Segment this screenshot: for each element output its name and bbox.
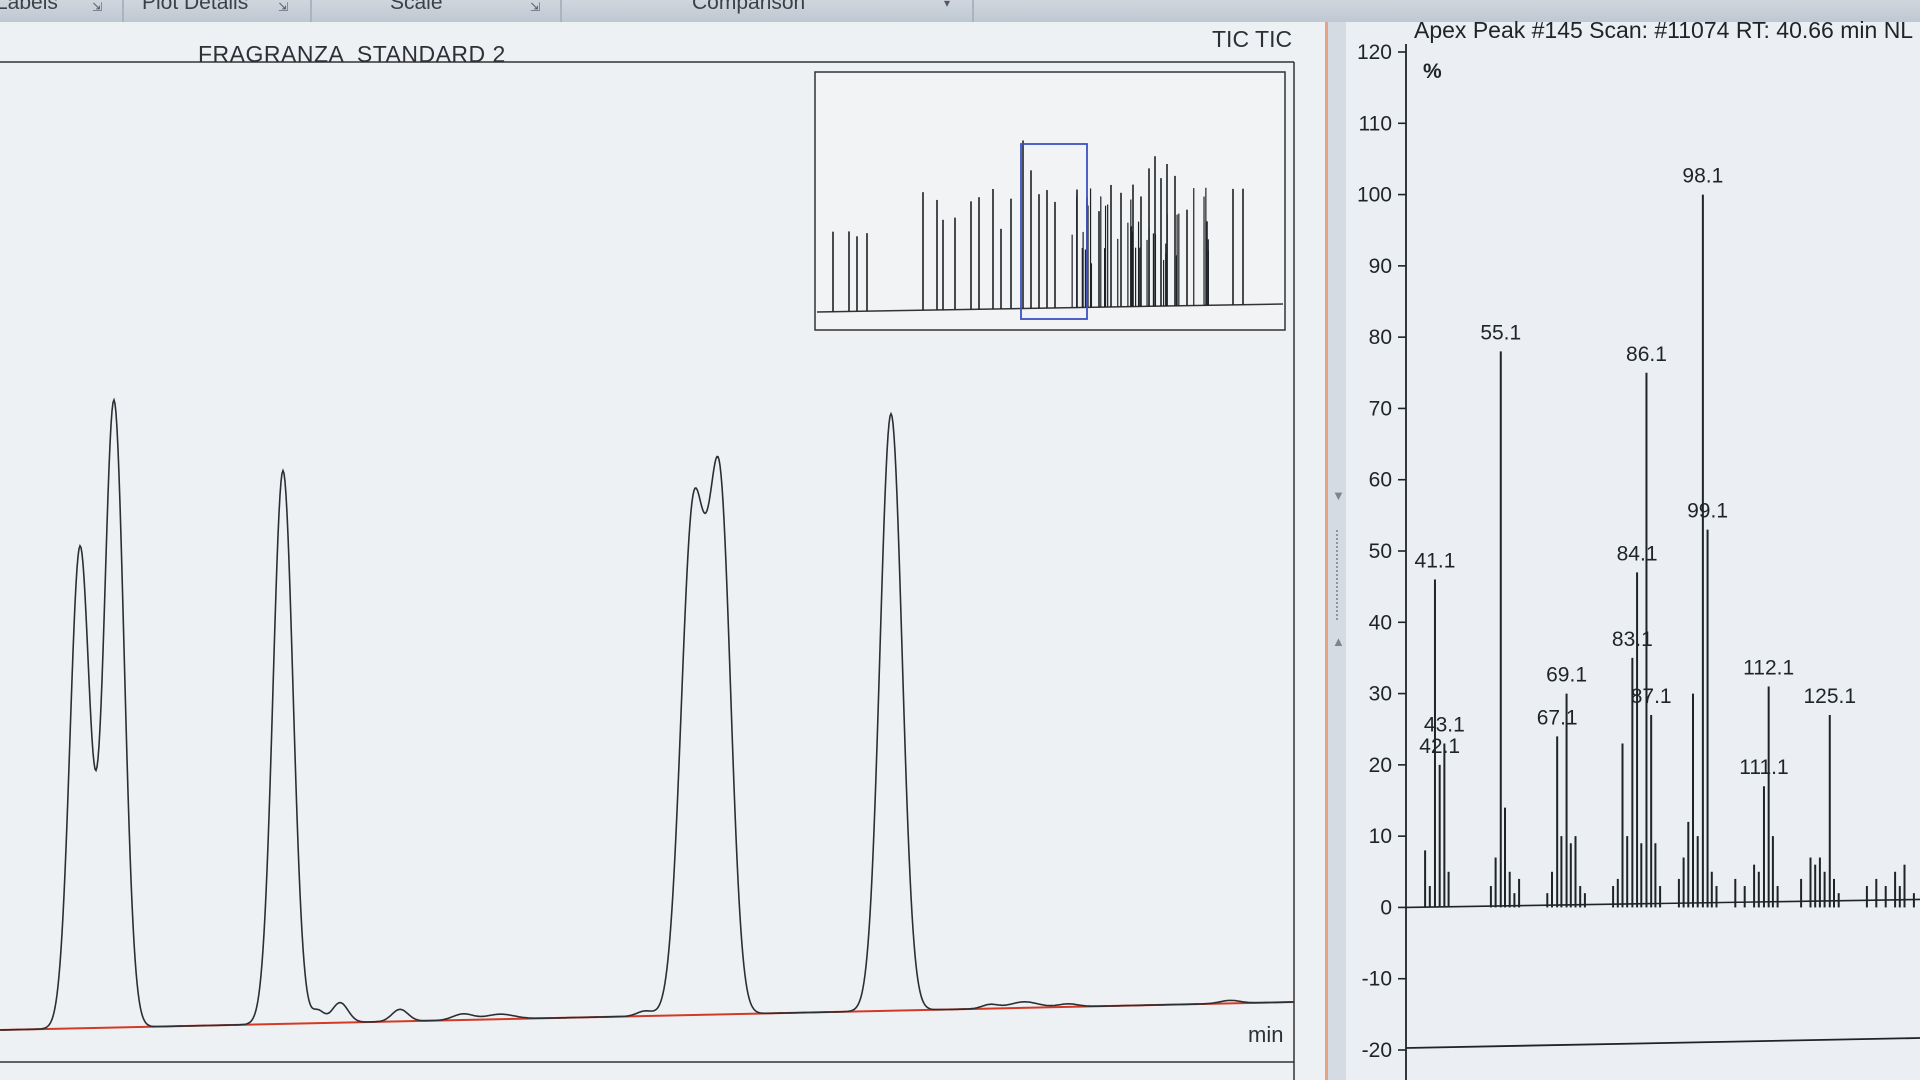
y-tick-label: 30 xyxy=(1369,683,1392,706)
expand-icon[interactable]: ⇲ xyxy=(92,0,110,14)
expand-icon[interactable]: ⇲ xyxy=(530,0,548,14)
peak-label: 67.1 xyxy=(1537,706,1578,729)
y-tick-label: 60 xyxy=(1369,469,1392,492)
peak-label: 43.1 xyxy=(1424,713,1465,736)
ribbon-divider xyxy=(122,0,124,22)
peak-label: 41.1 xyxy=(1415,550,1456,573)
ribbon-group-plot-details[interactable]: Plot Details ⇲ xyxy=(126,0,306,22)
peak-label: 99.1 xyxy=(1687,500,1728,523)
peak-label: 87.1 xyxy=(1631,685,1672,708)
x-axis-unit: min xyxy=(1248,1022,1284,1047)
y-tick-label: 40 xyxy=(1369,611,1392,634)
y-tick-label: 120 xyxy=(1357,41,1392,64)
y-tick-label: -20 xyxy=(1362,1039,1392,1062)
chromatogram-plot[interactable] xyxy=(0,22,1325,1080)
mass-spectrum-plot[interactable]: -20-100102030405060708090100110120501001… xyxy=(1346,22,1920,1080)
zero-line xyxy=(1405,898,1920,909)
expand-icon[interactable]: ⇲ xyxy=(278,0,296,14)
peak-label: 86.1 xyxy=(1626,343,1667,366)
trace-label: TIC TIC xyxy=(1212,26,1293,52)
spectrum-title: Apex Peak #145 Scan: #11074 RT: 40.66 mi… xyxy=(1414,17,1914,43)
ribbon-group-label: Comparison xyxy=(692,0,806,14)
ribbon-group-label: Labels xyxy=(0,0,58,14)
peak-label: 84.1 xyxy=(1617,542,1658,565)
y-tick-label: 20 xyxy=(1369,754,1392,777)
ribbon-divider xyxy=(972,0,974,22)
ribbon-group-labels[interactable]: Labels ⇲ xyxy=(0,0,118,22)
ribbon-group-label: Scale xyxy=(390,0,443,14)
ribbon-group-label: Plot Details xyxy=(142,0,249,14)
ribbon-divider xyxy=(560,0,562,22)
ribbon-group-comparison[interactable]: Comparison ▾ xyxy=(566,0,966,22)
peak-label: 69.1 xyxy=(1546,664,1587,687)
peak-label: 125.1 xyxy=(1803,685,1856,708)
panel-splitter[interactable]: ▼ ▲ xyxy=(1328,22,1346,1080)
peak-label: 111.1 xyxy=(1739,756,1788,779)
y-tick-label: 80 xyxy=(1369,326,1392,349)
y-tick-label: 70 xyxy=(1369,397,1392,420)
y-tick-label: 100 xyxy=(1357,184,1392,207)
y-tick-label: 10 xyxy=(1369,825,1392,848)
y-tick-label: 50 xyxy=(1369,540,1392,563)
ribbon-divider xyxy=(310,0,312,22)
y-tick-label: 90 xyxy=(1369,255,1392,278)
splitter-grip[interactable] xyxy=(1336,530,1340,620)
chromatogram-panel[interactable]: FRAGRANZA STANDARD 2 TIC TIC min xyxy=(0,22,1328,1080)
collapse-down-icon[interactable]: ▼ xyxy=(1332,488,1345,503)
mass-spectrum-panel[interactable]: -20-100102030405060708090100110120501001… xyxy=(1346,17,1920,1080)
x-axis xyxy=(1405,1037,1920,1049)
y-tick-label: 0 xyxy=(1380,896,1392,919)
overview-inset-frame xyxy=(814,71,1286,331)
dropdown-arrow-icon[interactable]: ▾ xyxy=(944,0,962,10)
tic-trace-line xyxy=(0,397,1294,1031)
y-axis-unit: % xyxy=(1423,60,1442,83)
peak-label: 55.1 xyxy=(1480,321,1521,344)
peak-label: 98.1 xyxy=(1682,165,1723,188)
ribbon-group-scale[interactable]: Scale ⇲ xyxy=(314,0,554,22)
y-tick-label: 110 xyxy=(1359,112,1392,135)
peak-label: 42.1 xyxy=(1419,735,1460,758)
collapse-up-icon[interactable]: ▲ xyxy=(1332,634,1345,649)
chromatogram-title: FRAGRANZA STANDARD 2 xyxy=(198,41,506,67)
peak-label: 112.1 xyxy=(1743,656,1794,679)
y-tick-label: -10 xyxy=(1362,968,1392,991)
